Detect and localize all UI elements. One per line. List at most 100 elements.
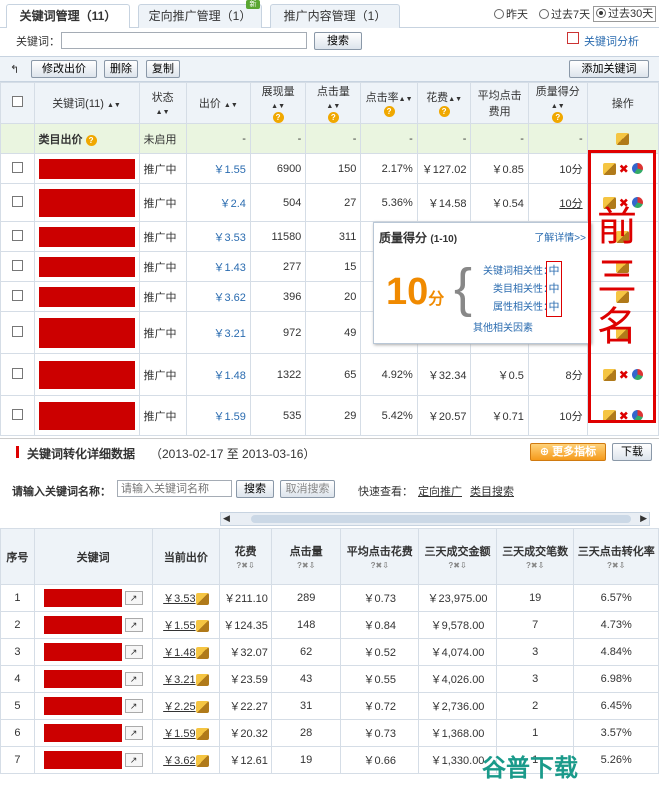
amount-cell: ￥4,074.00 [418, 638, 497, 666]
bid-cell[interactable]: ￥1.55 [185, 153, 251, 184]
scroll-left-icon[interactable]: ◀ [223, 513, 230, 524]
trend-icon[interactable]: ↗ [124, 672, 143, 686]
orders-cell: 7 [495, 611, 575, 639]
bid-cell[interactable]: ￥3.21 [185, 311, 251, 354]
bid-cell[interactable]: ￥1.48 [151, 638, 221, 666]
radio-30days[interactable]: 过去30天 [593, 6, 657, 22]
trend-icon[interactable]: ↗ [124, 699, 143, 713]
edit-icon[interactable] [195, 620, 209, 633]
edit-icon[interactable] [195, 755, 209, 768]
keyword-cell [33, 183, 140, 222]
keyword-cell: ↗ [33, 746, 153, 774]
keyword-cell: ↗ [33, 611, 153, 639]
scroll-right-icon[interactable]: ▶ [640, 513, 647, 524]
tab-keyword-management[interactable]: 关键词管理（11） [6, 4, 130, 29]
bid-cell[interactable]: ￥1.59 [151, 719, 221, 747]
delete-button[interactable]: 删除 [104, 60, 138, 78]
row-checkbox[interactable] [11, 195, 23, 207]
impressions-cell: 972 [249, 311, 307, 354]
col-3day-amount[interactable]: 三天成交金额 ?✖⇩ [418, 528, 497, 585]
download-button[interactable]: 下载 [612, 443, 652, 461]
col-status[interactable]: 状态 ▲▼ [138, 82, 187, 124]
table-row: 6 ↗ ￥1.59 ￥20.32 28 ￥0.73 ￥1,368.00 1 3.57% [0, 719, 659, 747]
col-3day-cvr[interactable]: 三天点击转化率 ?✖⇩ [573, 528, 659, 585]
search-button-2[interactable]: 搜索 [236, 480, 274, 498]
add-keyword-button[interactable]: 添加关键词 [569, 60, 649, 78]
quick-link-targeting[interactable]: 定向推广 [418, 483, 462, 499]
radio-7days[interactable]: 过去7天 [539, 8, 590, 22]
row-checkbox[interactable] [11, 408, 23, 420]
bid-cell[interactable]: ￥2.25 [151, 692, 221, 720]
col-bid[interactable]: 出价 ▲▼ [185, 82, 251, 124]
keyword-input[interactable] [61, 32, 307, 49]
row-checkbox[interactable] [11, 259, 23, 271]
tab-targeting-management[interactable]: 定向推广管理（1） [138, 4, 262, 28]
table-row: 4 ↗ ￥3.21 ￥23.59 43 ￥0.55 ￥4,026.00 3 6.98% [0, 665, 659, 693]
quick-link-category[interactable]: 类目搜索 [470, 483, 514, 499]
bid-cell[interactable]: ￥1.48 [185, 353, 251, 396]
col-clicks[interactable]: 点击量▲▼? [305, 82, 362, 124]
orders-cell: 2 [495, 692, 575, 720]
trend-icon[interactable]: ↗ [124, 753, 143, 767]
col-avg-cost[interactable]: 平均点击费用 [470, 82, 529, 124]
select-all-checkbox[interactable] [11, 96, 23, 107]
keyword-name-input[interactable] [117, 480, 232, 497]
row-checkbox[interactable] [11, 229, 23, 241]
col-cost[interactable]: 花费 ?✖⇩ [219, 528, 272, 585]
edit-bid-button[interactable]: 修改出价 [31, 60, 97, 78]
redacted-keyword [43, 724, 122, 742]
edit-icon[interactable] [195, 647, 209, 660]
trend-icon[interactable]: ↗ [124, 618, 143, 632]
keyword-analysis-link[interactable]: 关键词分析 [584, 33, 639, 49]
col-quality[interactable]: 质量得分▲▼? [527, 82, 588, 124]
trend-icon[interactable]: ↗ [124, 726, 143, 740]
trend-icon[interactable]: ↗ [124, 591, 143, 605]
col-cost[interactable]: 花费▲▼? [416, 82, 472, 124]
bid-cell[interactable]: ￥2.4 [185, 183, 251, 222]
edit-icon[interactable] [195, 674, 209, 687]
edit-icon[interactable] [616, 132, 630, 145]
scroll-thumb[interactable] [251, 515, 631, 523]
col-impressions[interactable]: 展现量▲▼? [249, 82, 307, 124]
bid-cell[interactable]: ￥3.53 [151, 584, 221, 612]
bid-cell[interactable]: ￥3.62 [185, 281, 251, 312]
help-icon: ? [438, 106, 450, 117]
cancel-search-button[interactable]: 取消搜索 [280, 480, 335, 498]
col-3day-orders[interactable]: 三天成交笔数 ?✖⇩ [495, 528, 575, 585]
search-button[interactable]: 搜索 [314, 32, 362, 50]
bid-cell[interactable]: ￥3.53 [185, 221, 251, 252]
dash: - [527, 123, 588, 154]
edit-icon[interactable] [195, 728, 209, 741]
bid-cell[interactable]: ￥1.55 [151, 611, 221, 639]
col-clicks[interactable]: 点击量 ?✖⇩ [270, 528, 342, 585]
horizontal-scrollbar[interactable]: ◀ ▶ [220, 512, 650, 526]
tab-content-management[interactable]: 推广内容管理（1） [270, 4, 400, 28]
more-metrics-button[interactable]: ⊕ 更多指标 [530, 443, 606, 461]
impressions-cell: 11580 [249, 221, 307, 252]
copy-button[interactable]: 复制 [146, 60, 180, 78]
col-avg-click-cost[interactable]: 平均点击花费 ?✖⇩ [340, 528, 420, 585]
dash: - [305, 123, 362, 154]
row-checkbox[interactable] [11, 367, 23, 379]
quality-score-cell[interactable]: 10分 [527, 183, 588, 222]
bid-cell[interactable]: ￥3.21 [151, 665, 221, 693]
watermark-logo: 谷普下载 [482, 754, 578, 782]
clicks-cell: 289 [270, 584, 342, 612]
row-checkbox[interactable] [11, 325, 23, 337]
orders-cell: 3 [495, 665, 575, 693]
col-ctr[interactable]: 点击率▲▼? [360, 82, 418, 124]
col-keyword[interactable]: 关键词(11) ▲▼ [33, 82, 140, 124]
row-checkbox[interactable] [11, 289, 23, 301]
bid-cell[interactable]: ￥3.62 [151, 746, 221, 774]
edit-icon[interactable] [195, 701, 209, 714]
edit-icon[interactable] [195, 593, 209, 606]
factor-labels: 关键词相关性： 类目相关性： 属性相关性： [473, 263, 553, 317]
dash: - [360, 123, 418, 154]
bid-cell[interactable]: ￥1.43 [185, 251, 251, 282]
trend-icon[interactable]: ↗ [124, 645, 143, 659]
row-checkbox[interactable] [11, 161, 23, 173]
learn-more-link[interactable]: 了解详情>> [534, 229, 586, 244]
bid-cell[interactable]: ￥1.59 [185, 395, 251, 436]
radio-yesterday[interactable]: 昨天 [494, 8, 528, 22]
other-factors-link[interactable]: 其他相关因素 [473, 319, 533, 334]
